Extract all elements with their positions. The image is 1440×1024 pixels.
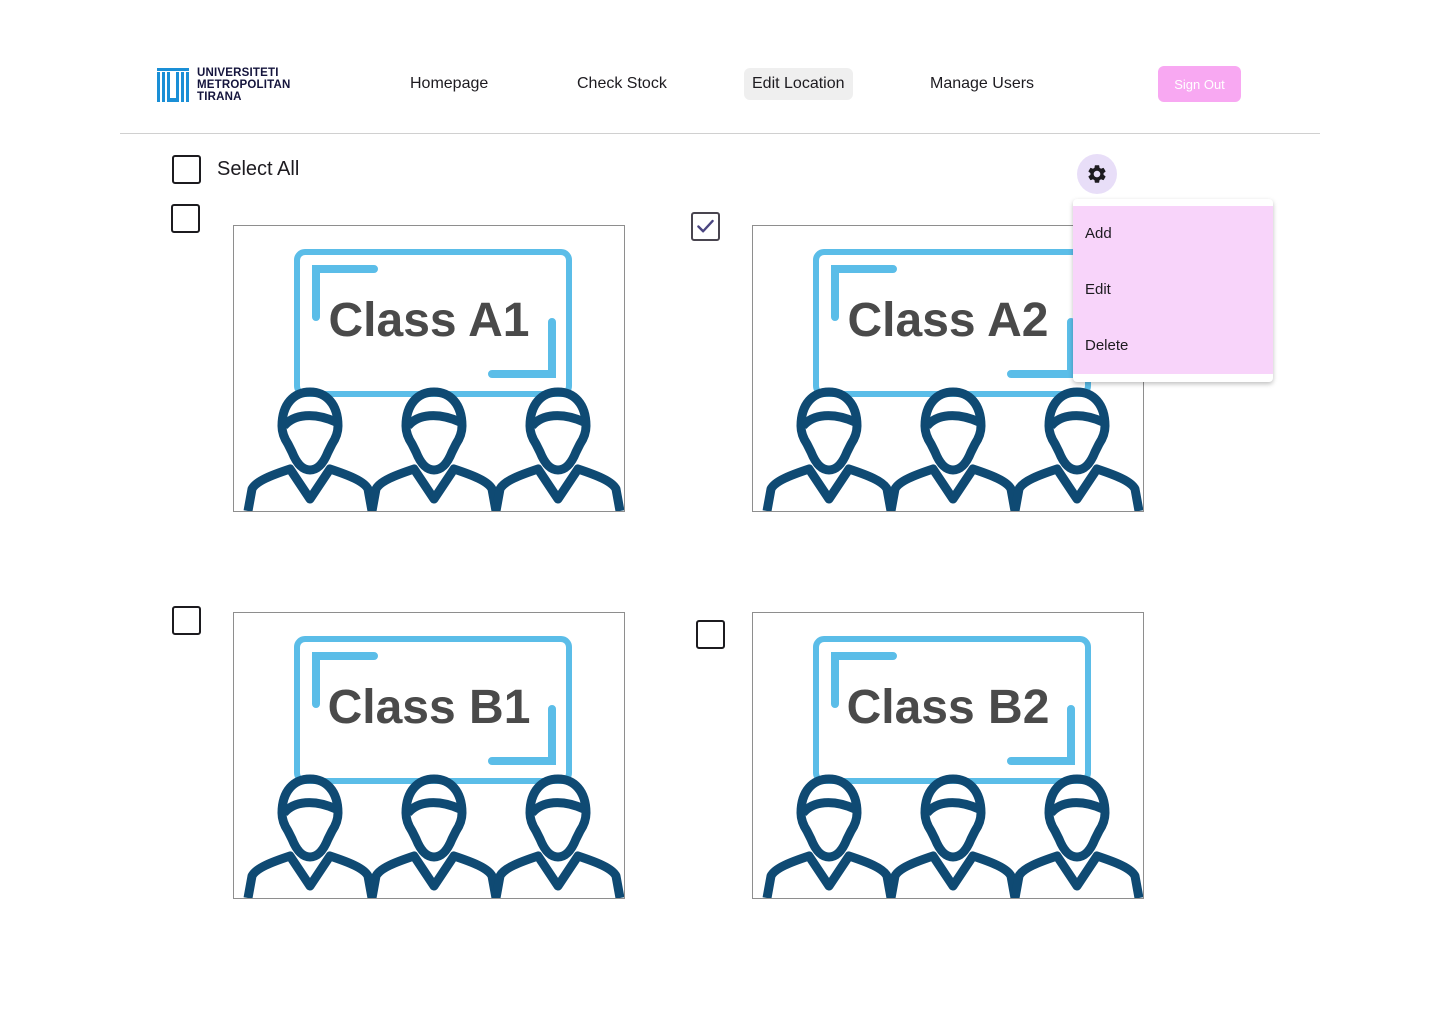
settings-menu-list: Add Edit Delete	[1073, 206, 1273, 374]
sign-out-button[interactable]: Sign Out	[1158, 66, 1241, 102]
logo-line-3: TIRANA	[197, 91, 242, 103]
university-logo[interactable]: UNIVERSITETI METROPOLITAN TIRANA	[157, 66, 297, 104]
menu-item-add[interactable]: Add	[1073, 206, 1273, 262]
logo-line-1: UNIVERSITETI	[197, 67, 279, 79]
class-a1-checkbox[interactable]	[171, 204, 200, 233]
logo-text: UNIVERSITETI METROPOLITAN TIRANA	[197, 67, 291, 103]
settings-menu: Add Edit Delete	[1073, 199, 1273, 382]
classroom-title: Class B1	[327, 681, 531, 734]
class-b2-checkbox[interactable]	[696, 620, 725, 649]
settings-button[interactable]	[1077, 154, 1117, 194]
classroom-illustration	[762, 636, 1143, 898]
menu-item-edit[interactable]: Edit	[1073, 262, 1273, 318]
classroom-card-b2[interactable]: Class B2	[752, 612, 1144, 899]
classroom-card-b1[interactable]: Class B1	[233, 612, 625, 899]
menu-item-delete[interactable]: Delete	[1073, 318, 1273, 374]
logo-line-2: METROPOLITAN	[197, 79, 291, 91]
class-a2-checkbox[interactable]	[691, 212, 720, 241]
logo-mark-icon	[157, 68, 189, 102]
nav-edit-location[interactable]: Edit Location	[744, 68, 853, 100]
classroom-title: Class B2	[846, 681, 1050, 734]
select-all-label: Select All	[217, 158, 300, 180]
class-b1-checkbox[interactable]	[172, 606, 201, 635]
select-all-checkbox[interactable]	[172, 155, 201, 184]
classroom-card-a1[interactable]: Class A1	[233, 225, 625, 512]
gear-icon	[1088, 165, 1106, 183]
classroom-illustration	[243, 249, 624, 511]
classroom-illustration	[243, 636, 624, 898]
classroom-title: Class A1	[328, 294, 530, 347]
checkmark-icon	[697, 219, 714, 233]
nav-check-stock[interactable]: Check Stock	[569, 68, 675, 100]
header-divider	[120, 133, 1320, 134]
nav-homepage[interactable]: Homepage	[402, 68, 496, 100]
nav-manage-users[interactable]: Manage Users	[922, 68, 1042, 100]
